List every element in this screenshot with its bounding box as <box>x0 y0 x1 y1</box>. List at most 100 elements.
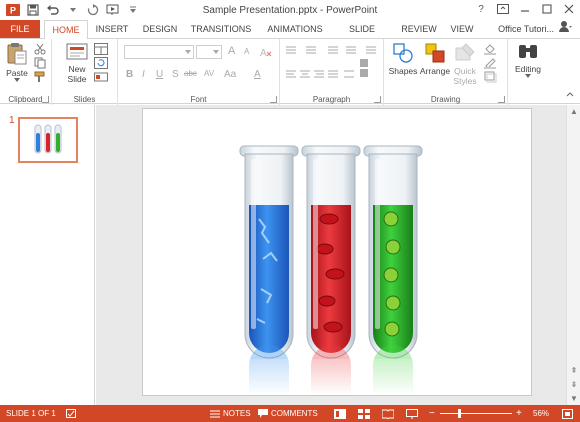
tab-home[interactable]: HOME <box>44 20 88 39</box>
scroll-up-icon[interactable]: ▲ <box>570 108 578 116</box>
zoom-out-button[interactable]: − <box>429 405 435 422</box>
clipboard-launcher-icon[interactable] <box>42 96 49 103</box>
shapes-label: Shapes <box>388 66 418 76</box>
paste-button[interactable]: Paste <box>4 42 30 82</box>
tab-file[interactable]: FILE <box>0 20 40 38</box>
notes-button[interactable]: NOTES <box>210 405 251 422</box>
tab-animations[interactable]: ANIMATIONS <box>260 20 330 38</box>
drawing-group: Shapes Arrange Quick Styles Drawing <box>384 39 508 105</box>
account-area[interactable]: Office Tutori... <box>498 20 572 38</box>
slide-sorter-icon[interactable] <box>358 405 370 422</box>
svg-text:A: A <box>260 48 267 58</box>
powerpoint-window: P Sample Presentation.pptx - PowerPoint <box>0 0 580 422</box>
help-button[interactable]: ? <box>474 2 488 16</box>
strikethrough-button[interactable]: abc <box>184 69 197 78</box>
new-slide-label-line2: Slide <box>67 74 87 84</box>
slide-thumbnail[interactable] <box>18 117 78 163</box>
slide-thumbnail-pane: 1 <box>0 105 95 405</box>
account-name[interactable]: Office Tutori... <box>498 20 554 38</box>
ribbon-tabs: FILE HOME INSERT DESIGN TRANSITIONS ANIM… <box>0 20 580 52</box>
zoom-level[interactable]: 56% <box>533 405 549 422</box>
font-launcher-icon[interactable] <box>270 96 277 103</box>
paragraph-group: Paragraph <box>280 39 384 105</box>
layout-icon[interactable] <box>94 43 108 55</box>
tab-slide-show[interactable]: SLIDE SHOW <box>334 20 390 52</box>
quick-styles-button[interactable]: Quick Styles <box>450 42 480 86</box>
font-name-dropdown-icon[interactable] <box>185 50 191 54</box>
ribbon-display-options-icon[interactable] <box>496 2 510 16</box>
drawing-label: Drawing <box>430 95 461 104</box>
reading-view-icon[interactable] <box>382 405 394 422</box>
collapse-ribbon-icon[interactable] <box>566 89 574 99</box>
quick-styles-label-line2: Styles <box>453 76 477 86</box>
zoom-in-button[interactable]: + <box>516 405 522 422</box>
font-color-button[interactable]: A <box>254 69 261 80</box>
quick-styles-label-line1: Quick <box>454 66 476 76</box>
font-size-dropdown-icon[interactable] <box>213 50 219 54</box>
cut-icon[interactable] <box>34 43 46 55</box>
green-test-tube <box>363 145 423 359</box>
vertical-scrollbar[interactable]: ▲ ⇞ ⇟ ▼ <box>566 105 580 405</box>
grow-font-button[interactable]: A <box>228 45 235 57</box>
editing-button[interactable]: Editing <box>510 42 546 78</box>
previous-slide-icon[interactable]: ⇞ <box>570 367 578 375</box>
next-slide-icon[interactable]: ⇟ <box>570 381 578 389</box>
comments-button[interactable]: COMMENTS <box>258 405 318 422</box>
character-spacing-button[interactable]: AV <box>204 69 214 78</box>
minimize-icon[interactable] <box>518 2 532 16</box>
red-test-tube <box>301 145 361 359</box>
arrange-label: Arrange <box>419 66 451 76</box>
drawing-launcher-icon[interactable] <box>498 96 505 103</box>
underline-button[interactable]: U <box>156 69 163 80</box>
clear-formatting-icon[interactable]: A <box>260 46 272 59</box>
font-label: Font <box>190 95 207 104</box>
shape-outline-icon[interactable] <box>484 57 496 69</box>
shape-effects-icon[interactable] <box>484 71 497 83</box>
normal-view-icon[interactable] <box>334 405 346 422</box>
comments-label: COMMENTS <box>271 409 318 418</box>
account-avatar-icon[interactable] <box>558 20 572 38</box>
ribbon: Paste Clipboard New Slide Slides A A A B… <box>0 38 580 105</box>
paste-dropdown-icon[interactable] <box>14 78 20 82</box>
paste-label: Paste <box>6 68 28 78</box>
tab-insert[interactable]: INSERT <box>92 20 132 38</box>
shapes-button[interactable]: Shapes <box>388 42 418 76</box>
scroll-down-icon[interactable]: ▼ <box>570 395 578 403</box>
clipboard-group: Paste Clipboard <box>0 39 52 105</box>
font-name-input[interactable] <box>124 45 194 59</box>
paragraph-tools[interactable] <box>284 43 380 89</box>
notes-label: NOTES <box>223 409 251 418</box>
font-size-input[interactable] <box>196 45 222 59</box>
fit-slide-icon[interactable] <box>562 405 573 422</box>
spell-check-icon[interactable] <box>66 405 77 422</box>
reset-icon[interactable] <box>94 57 108 69</box>
tab-review[interactable]: REVIEW <box>398 20 440 38</box>
tab-transitions[interactable]: TRANSITIONS <box>188 20 254 38</box>
slide-count: SLIDE 1 OF 1 <box>6 409 56 418</box>
tab-view[interactable]: VIEW <box>448 20 476 38</box>
format-painter-icon[interactable] <box>34 71 46 83</box>
paragraph-launcher-icon[interactable] <box>374 96 381 103</box>
zoom-slider[interactable] <box>440 413 512 414</box>
editing-dropdown-icon[interactable] <box>525 74 531 78</box>
maximize-icon[interactable] <box>540 2 554 16</box>
close-icon[interactable] <box>562 2 576 16</box>
arrange-button[interactable]: Arrange <box>418 42 452 76</box>
title-bar: P Sample Presentation.pptx - PowerPoint <box>0 0 580 20</box>
notes-icon <box>210 410 220 417</box>
zoom-slider-thumb[interactable] <box>458 409 461 418</box>
new-slide-icon <box>66 43 88 60</box>
section-icon[interactable] <box>94 71 108 83</box>
change-case-button[interactable]: Aa <box>224 69 236 80</box>
shrink-font-button[interactable]: A <box>244 47 249 56</box>
italic-button[interactable]: I <box>142 69 145 80</box>
shadow-button[interactable]: S <box>172 69 179 80</box>
slide-show-icon[interactable] <box>406 405 418 422</box>
thumbnail-slide-number: 1 <box>9 115 15 126</box>
slide-canvas[interactable] <box>142 108 532 396</box>
bold-button[interactable]: B <box>126 69 133 80</box>
shape-fill-icon[interactable] <box>484 43 496 55</box>
tab-design[interactable]: DESIGN <box>138 20 182 38</box>
copy-icon[interactable] <box>34 57 46 69</box>
new-slide-button[interactable]: New Slide <box>62 42 92 84</box>
